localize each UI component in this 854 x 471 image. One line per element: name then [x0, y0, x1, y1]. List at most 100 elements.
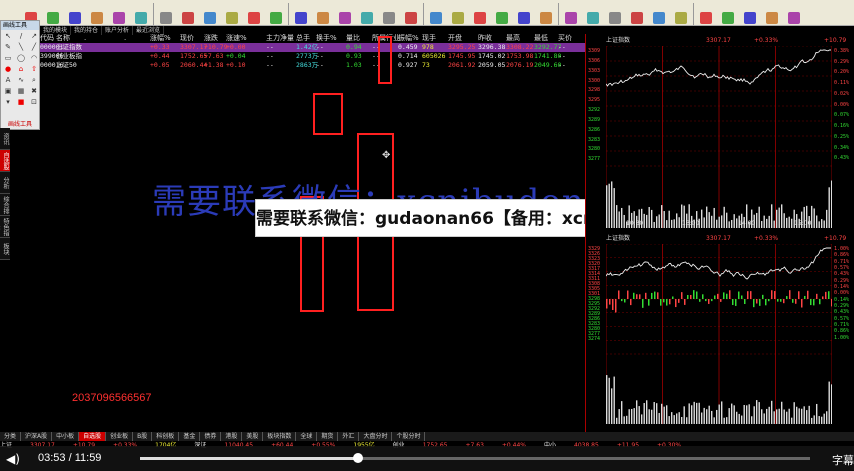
vertical-tab[interactable]: 分析	[0, 172, 10, 194]
vertical-tab[interactable]: 资讯	[0, 128, 10, 150]
vertical-tab[interactable]: 板块	[0, 238, 10, 260]
toolbar-button[interactable]	[86, 0, 108, 25]
bottom-tab[interactable]: 全球	[296, 432, 318, 441]
bottom-tab[interactable]: 外汇	[338, 432, 360, 441]
volume-icon[interactable]: ◀)	[6, 452, 20, 466]
ray-tool-icon[interactable]: ↗	[28, 31, 40, 41]
toolbar-button[interactable]	[64, 0, 86, 25]
color-tool-icon[interactable]: ■	[15, 97, 27, 107]
bottom-tab[interactable]: 中小板	[52, 432, 80, 441]
table-header-cell[interactable]: 现手	[422, 34, 448, 43]
bottom-tab[interactable]: 大盘分时	[359, 432, 393, 441]
bottom-tab[interactable]: 科创板	[152, 432, 180, 441]
toolbar-button[interactable]	[670, 0, 692, 25]
table-header-cell[interactable]: 涨跌	[204, 34, 226, 43]
progress-bar[interactable]	[140, 457, 810, 460]
toolbar-button[interactable]	[378, 0, 400, 25]
toolbar-button[interactable]	[626, 0, 648, 25]
table-header-cell[interactable]: 现价	[180, 34, 204, 43]
bottom-tab[interactable]: 港股	[221, 432, 243, 441]
rect-tool-icon[interactable]: ▭	[2, 53, 14, 63]
table-header-cell[interactable]: .	[84, 34, 124, 43]
bottom-tab[interactable]: B股	[133, 432, 153, 441]
segment-tool-icon[interactable]: ╲	[15, 42, 27, 52]
toolbar-button[interactable]	[469, 0, 491, 25]
delete-tool-icon[interactable]: ✖	[28, 86, 40, 96]
toolbar-button[interactable]	[535, 0, 557, 25]
toolbar-button[interactable]	[695, 0, 717, 25]
pen-tool-icon[interactable]: ✎	[2, 42, 14, 52]
toolbar-button[interactable]	[560, 0, 582, 25]
bottom-tab[interactable]: 期货	[317, 432, 339, 441]
toolbar-button[interactable]	[783, 0, 805, 25]
table-row[interactable]: 399006 创业板指 +0.44 1752.65 +7.63 +0.04 -- 2773万 -…	[40, 52, 585, 61]
table-header-cell[interactable]: 代码	[40, 34, 56, 43]
toolbar-button[interactable]	[177, 0, 199, 25]
toolbar-button[interactable]	[334, 0, 356, 25]
table-row[interactable]: 000016 上证50 +0.05 2060.44 +1.38 +0.10 -- 2863万 -…	[40, 61, 585, 70]
toolbar-button[interactable]	[717, 0, 739, 25]
arc-tool-icon[interactable]: ◠	[28, 53, 40, 63]
table-header-cell[interactable]: .	[124, 34, 150, 43]
table-header-cell[interactable]: 最高	[506, 34, 534, 43]
toolbar-button[interactable]	[400, 0, 422, 25]
red-dot-icon[interactable]: ●	[2, 64, 14, 74]
table-header-cell[interactable]: 主力净量	[266, 34, 296, 43]
toolbar-button[interactable]	[356, 0, 378, 25]
table-header-cell[interactable]: 涨幅%	[150, 34, 180, 43]
bottom-tab[interactable]: 分类	[0, 432, 22, 441]
text-tool-icon[interactable]: A	[2, 75, 14, 85]
toolbar-button[interactable]	[108, 0, 130, 25]
toolbar-button[interactable]	[739, 0, 761, 25]
toolbar-button[interactable]	[582, 0, 604, 25]
toolbar-button[interactable]	[312, 0, 334, 25]
toolbar-button[interactable]	[243, 0, 265, 25]
table-header-cell[interactable]: 昨收	[478, 34, 506, 43]
progress-knob[interactable]	[352, 453, 363, 463]
bottom-tab[interactable]: 自选股	[79, 432, 107, 441]
wave-tool-icon[interactable]: ∿	[15, 75, 27, 85]
table-header-cell[interactable]: 总手	[296, 34, 316, 43]
line-tool-icon[interactable]: /	[15, 31, 27, 41]
table-header-cell[interactable]: 振幅%	[398, 34, 422, 43]
bottom-tab[interactable]: 基金	[179, 432, 201, 441]
table-header-cell[interactable]: 买价	[558, 34, 572, 43]
bottom-tab[interactable]: 板块指数	[263, 432, 297, 441]
bottom-tab[interactable]: 债券	[200, 432, 222, 441]
table-header-cell[interactable]: 涨速%	[226, 34, 266, 43]
toolbar-button[interactable]	[447, 0, 469, 25]
toolbar-button[interactable]	[513, 0, 535, 25]
bottom-tab[interactable]: 创业板	[106, 432, 134, 441]
channel-tool-icon[interactable]: ╱	[28, 42, 40, 52]
bottom-tab[interactable]: 个股分时	[392, 432, 426, 441]
bottom-tab[interactable]: 沪深A股	[21, 432, 53, 441]
toolbar-button[interactable]	[648, 0, 670, 25]
toolbar-button[interactable]	[155, 0, 177, 25]
toolbar-button[interactable]	[130, 0, 152, 25]
bottom-tab[interactable]: 美股	[242, 432, 264, 441]
subtitle-button[interactable]: 字幕	[832, 452, 854, 468]
camera-icon[interactable]: ▣	[2, 86, 14, 96]
table-header-cell[interactable]: 换手%	[316, 34, 346, 43]
toolbar-button[interactable]	[42, 0, 64, 25]
toolbar-button[interactable]	[290, 0, 312, 25]
select-tool-icon[interactable]: ▾	[2, 97, 14, 107]
table-header-cell[interactable]: 最低	[534, 34, 558, 43]
lock-tool-icon[interactable]: ⊡	[28, 97, 40, 107]
ellipse-tool-icon[interactable]: ◯	[15, 53, 27, 63]
zoom-tool-icon[interactable]: ⌕	[28, 75, 40, 85]
grid-tool-icon[interactable]: ▦	[15, 86, 27, 96]
vertical-tab[interactable]: 特色指标	[0, 216, 10, 238]
vertical-tab[interactable]: 自选股	[0, 150, 10, 172]
house-icon[interactable]: ⌂	[15, 64, 27, 74]
toolbar-button[interactable]	[425, 0, 447, 25]
table-row[interactable]: 000001 上证指数 +0.33 3307.17 +10.79 +0.00 -- 1.42亿…	[40, 43, 585, 52]
chart2-plot[interactable]	[606, 244, 832, 424]
toolbar-button[interactable]	[199, 0, 221, 25]
chart1-plot[interactable]	[606, 46, 832, 228]
arrow-up-icon[interactable]: ⇧	[28, 64, 40, 74]
toolbar-button[interactable]	[491, 0, 513, 25]
toolbar-button[interactable]	[221, 0, 243, 25]
toolbar-button[interactable]	[761, 0, 783, 25]
cursor-tool-icon[interactable]: ↖	[2, 31, 14, 41]
